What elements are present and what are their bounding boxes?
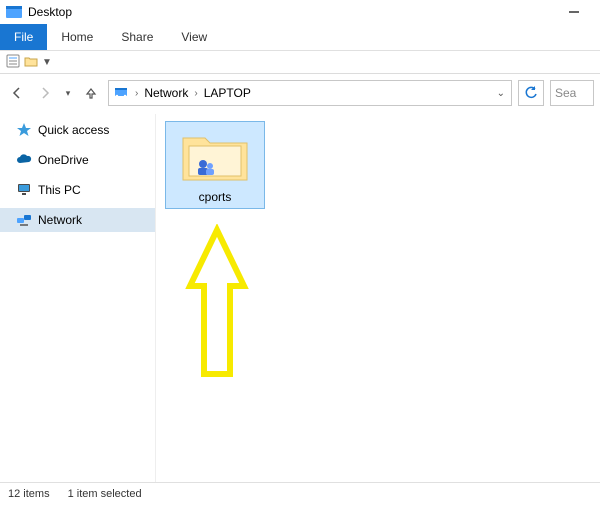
- nav-label: OneDrive: [38, 153, 89, 167]
- status-bar: 12 items 1 item selected: [0, 482, 600, 505]
- refresh-button[interactable]: [518, 80, 544, 106]
- breadcrumb-network[interactable]: Network: [144, 86, 188, 100]
- annotation-arrow-up: [184, 224, 250, 387]
- breadcrumb-label: LAPTOP: [204, 86, 251, 100]
- back-button[interactable]: [6, 82, 28, 104]
- tab-home[interactable]: Home: [47, 24, 107, 50]
- recent-dropdown[interactable]: ▾: [62, 82, 74, 104]
- location-icon: [113, 84, 129, 103]
- nav-onedrive[interactable]: OneDrive: [0, 148, 155, 172]
- star-icon: [16, 122, 32, 138]
- content-pane[interactable]: cports: [156, 114, 600, 483]
- navigation-pane: Quick access OneDrive This PC: [0, 114, 156, 483]
- folder-label: cports: [199, 190, 232, 204]
- folder-item-cports[interactable]: cports: [166, 122, 264, 208]
- breadcrumb-separator: ›: [133, 88, 140, 99]
- window-title: Desktop: [28, 5, 72, 19]
- nav-label: This PC: [38, 183, 81, 197]
- window-icon: [6, 4, 22, 20]
- cloud-icon: [16, 152, 32, 168]
- tab-share[interactable]: Share: [107, 24, 167, 50]
- search-placeholder: Sea: [555, 86, 576, 100]
- breadcrumb-laptop[interactable]: LAPTOP: [204, 86, 251, 100]
- up-button[interactable]: [80, 82, 102, 104]
- tab-view[interactable]: View: [167, 24, 221, 50]
- qat-dropdown-icon[interactable]: ▼: [42, 57, 52, 68]
- quick-access-toolbar: ▼: [0, 51, 600, 74]
- address-bar[interactable]: › Network › LAPTOP ⌄: [108, 80, 512, 106]
- status-item-count: 12 items: [8, 488, 50, 500]
- search-box[interactable]: Sea: [550, 80, 594, 106]
- status-selection: 1 item selected: [68, 488, 142, 500]
- qat-newfolder-icon[interactable]: [24, 54, 38, 71]
- address-dropdown-icon[interactable]: ⌄: [495, 88, 507, 99]
- ribbon-tabs: File Home Share View: [0, 24, 600, 51]
- forward-button[interactable]: [34, 82, 56, 104]
- breadcrumb-separator: ›: [192, 88, 199, 99]
- nav-network[interactable]: Network: [0, 208, 155, 232]
- nav-this-pc[interactable]: This PC: [0, 178, 155, 202]
- minimize-button[interactable]: [554, 0, 594, 24]
- shared-folder-icon: [179, 126, 251, 184]
- file-tab[interactable]: File: [0, 24, 47, 50]
- nav-quick-access[interactable]: Quick access: [0, 118, 155, 142]
- breadcrumb-label: Network: [144, 86, 188, 100]
- title-bar: Desktop: [0, 0, 600, 24]
- network-icon: [16, 212, 32, 228]
- nav-label: Network: [38, 213, 82, 227]
- explorer-body: Quick access OneDrive This PC: [0, 114, 600, 483]
- nav-label: Quick access: [38, 123, 109, 137]
- address-row: ▾ › Network › LAPTOP ⌄ Sea: [0, 74, 600, 112]
- monitor-icon: [16, 182, 32, 198]
- qat-properties-icon[interactable]: [6, 54, 20, 71]
